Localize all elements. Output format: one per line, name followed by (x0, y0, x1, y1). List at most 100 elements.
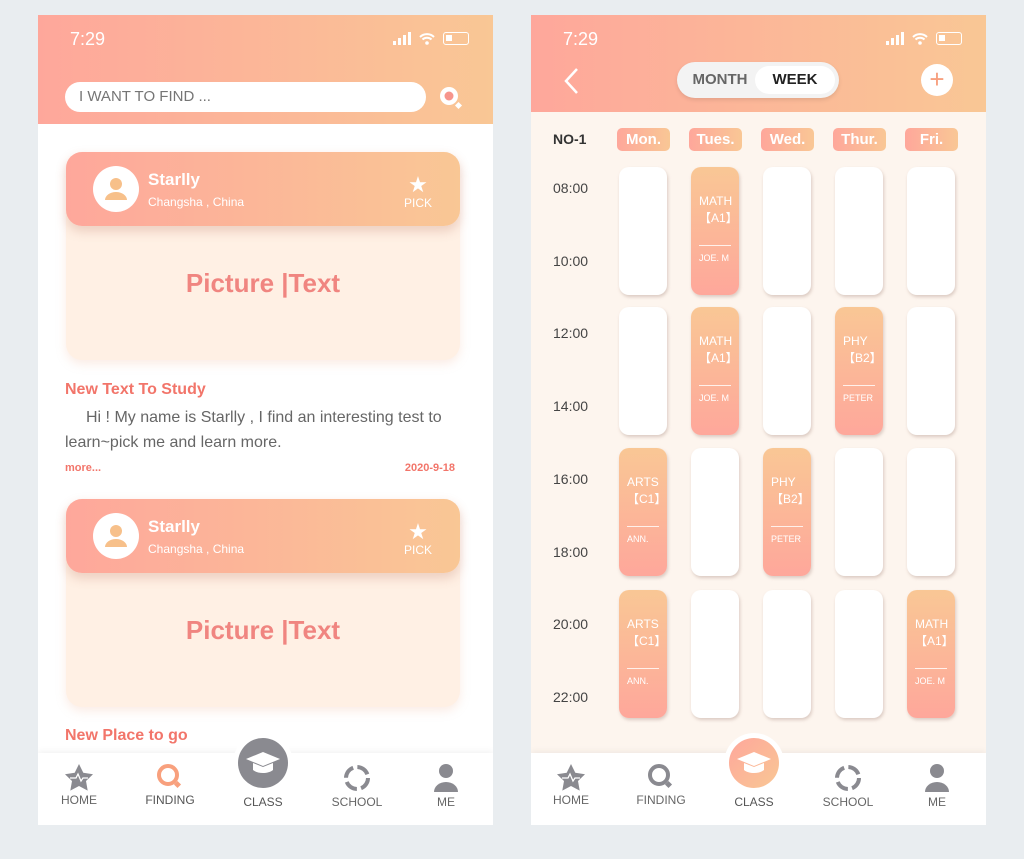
search-icon[interactable] (438, 85, 464, 111)
school-ring-icon (344, 765, 370, 791)
wifi-icon (419, 33, 435, 45)
card-header: Starlly Changsha , China ★ PICK (66, 152, 460, 226)
tab-finding[interactable]: FINDING (130, 753, 210, 825)
school-ring-icon (835, 765, 861, 791)
empty-slot[interactable] (907, 167, 955, 295)
time-label: 08:00 (553, 180, 589, 196)
class-teacher: JOE. M (699, 253, 730, 263)
graduation-cap-icon (238, 738, 288, 788)
toggle-week[interactable]: WEEK (755, 66, 835, 94)
post-card[interactable]: Starlly Changsha , China ★ PICK Picture |… (66, 152, 460, 360)
class-slot[interactable]: PHY 【B2】 PETER (835, 307, 883, 435)
day-header[interactable]: Wed. (761, 128, 814, 151)
tab-finding[interactable]: FINDING (621, 753, 701, 825)
class-subject: PHY 【B2】 (771, 475, 810, 506)
time-label: 22:00 (553, 688, 589, 705)
time-label: 16:00 (553, 470, 589, 487)
tab-home[interactable]: HOME (531, 753, 611, 825)
empty-slot[interactable] (763, 167, 811, 295)
class-slot[interactable]: PHY 【B2】 PETER (763, 448, 811, 576)
tab-home[interactable]: HOME (39, 753, 119, 825)
empty-slot[interactable] (907, 448, 955, 576)
tab-class-label[interactable]: CLASS (714, 795, 794, 809)
tab-bar: HOME FINDING CLASS SCHOOL ME (531, 733, 986, 825)
empty-slot[interactable] (835, 590, 883, 718)
battery-icon (936, 32, 962, 45)
day-header[interactable]: Tues. (689, 128, 742, 151)
wifi-icon (912, 33, 928, 45)
section-title: New Place to go (65, 727, 188, 744)
class-slot[interactable]: MATH 【A1】 JOE. M (691, 307, 739, 435)
empty-slot[interactable] (835, 448, 883, 576)
divider (699, 245, 731, 246)
day-header[interactable]: Fri. (905, 128, 958, 151)
card-name: Starlly (148, 170, 200, 189)
class-teacher: ANN. (627, 676, 649, 686)
empty-slot[interactable] (835, 167, 883, 295)
class-teacher: JOE. M (915, 676, 946, 686)
empty-slot[interactable] (619, 307, 667, 435)
toggle-month[interactable]: MONTH (681, 66, 759, 94)
tab-class[interactable] (233, 733, 293, 793)
empty-slot[interactable] (763, 590, 811, 718)
status-icons (393, 32, 469, 45)
post-card[interactable]: Starlly Changsha , China ★ PICK Picture |… (66, 499, 460, 707)
finding-icon (157, 764, 182, 789)
section-body: Hi ! My name is Starlly , I find an inte… (65, 409, 442, 451)
class-teacher: PETER (843, 393, 874, 403)
star-pulse-icon (65, 764, 93, 791)
user-icon (925, 764, 949, 792)
class-slot[interactable]: MATH 【A1】 JOE. M (907, 590, 955, 718)
tab-school[interactable]: SCHOOL (317, 753, 397, 825)
empty-slot[interactable] (907, 307, 955, 435)
more-link[interactable]: more... (65, 462, 101, 474)
divider (771, 526, 803, 527)
post-date: 2020-9-18 (404, 462, 455, 474)
class-slot[interactable]: MATH 【A1】 JOE. M (691, 167, 739, 295)
tab-me[interactable]: ME (406, 753, 486, 825)
time-label: 20:00 (553, 616, 589, 633)
pick-button[interactable]: ★ PICK (404, 519, 432, 558)
class-teacher: JOE. M (699, 393, 730, 403)
star-icon: ★ (408, 172, 428, 197)
user-icon (434, 764, 458, 792)
card-name: Starlly (148, 517, 200, 536)
tab-school[interactable]: SCHOOL (808, 753, 888, 825)
tab-class-label[interactable]: CLASS (223, 795, 303, 809)
class-subject: PHY 【B2】 (843, 334, 882, 365)
add-button[interactable]: + (921, 64, 953, 96)
pick-button[interactable]: ★ PICK (404, 172, 432, 211)
finding-icon (648, 764, 673, 789)
time-label: 18:00 (553, 543, 589, 560)
empty-slot[interactable] (619, 167, 667, 295)
time-label: 10:00 (553, 252, 589, 269)
section-title: New Text To Study (65, 381, 206, 398)
home-screen: 7:29 Starlly Changsha , China ★PICK Pict… (38, 15, 493, 825)
signal-icon (886, 32, 904, 45)
tab-me[interactable]: ME (897, 753, 977, 825)
empty-slot[interactable] (691, 590, 739, 718)
back-icon[interactable] (563, 67, 579, 95)
graduation-cap-icon (729, 738, 779, 788)
week-label: NO-1 (553, 131, 587, 147)
star-icon: ★ (408, 519, 428, 544)
avatar (93, 166, 139, 212)
class-teacher: ANN. (627, 534, 649, 544)
header: 7:29 MONTH WEEK + (531, 15, 986, 112)
class-teacher: PETER (771, 534, 802, 544)
divider (627, 668, 659, 669)
card-content: Picture |Text (185, 268, 341, 298)
class-slot[interactable]: ARTS 【C1】 ANN. (619, 448, 667, 576)
day-header[interactable]: Thur. (833, 128, 886, 151)
card-location: Changsha , China (148, 195, 245, 209)
class-subject: ARTS 【C1】 (627, 475, 667, 506)
class-subject: ARTS 【C1】 (627, 617, 667, 648)
tab-bar: HOME FINDING CLASS SCHOOL ME (38, 733, 493, 825)
empty-slot[interactable] (691, 448, 739, 576)
tab-class[interactable] (724, 733, 784, 793)
class-slot[interactable]: ARTS 【C1】 ANN. (619, 590, 667, 718)
empty-slot[interactable] (763, 307, 811, 435)
search-input[interactable] (65, 82, 426, 112)
status-time: 7:29 (70, 29, 106, 49)
day-header[interactable]: Mon. (617, 128, 670, 151)
